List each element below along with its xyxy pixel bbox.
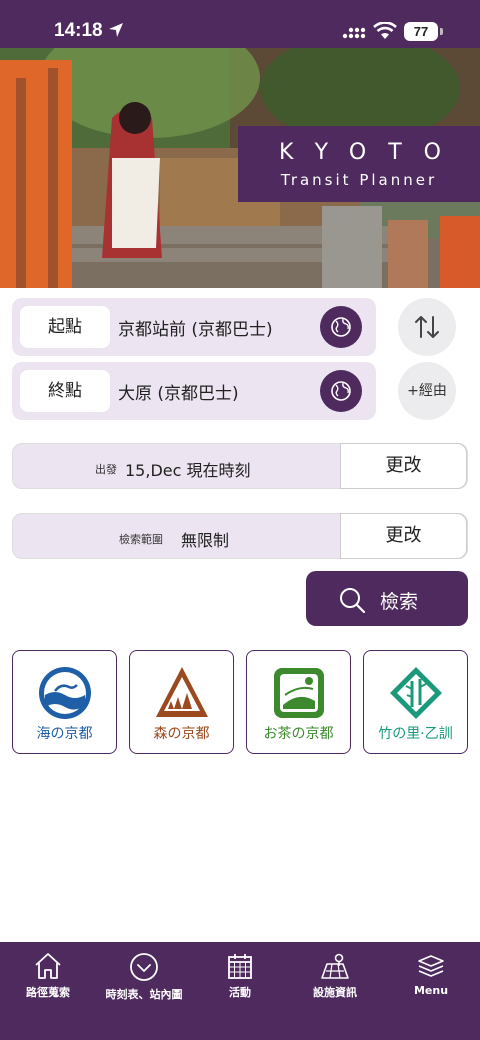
status-bar: 14:18 77 (0, 0, 480, 48)
origin-tag: 起點 (20, 306, 110, 348)
origin-station[interactable]: 京都站前 (京都巴士) (118, 315, 273, 340)
search-button[interactable]: 檢索 (306, 571, 468, 626)
card-label: お茶の京都 (263, 726, 334, 742)
battery-indicator: 77 (404, 22, 438, 41)
nav-events[interactable]: 活動 (204, 942, 276, 1012)
card-umi-no-kyoto[interactable]: 海の京都 (12, 650, 117, 754)
app-title: KYOTO (279, 140, 463, 165)
destination-row[interactable]: 終點 大原 (京都巴士) (12, 362, 376, 420)
destination-tag: 終點 (20, 370, 110, 412)
globe-icon (331, 381, 351, 401)
card-ocha-no-kyoto[interactable]: お茶の京都 (246, 650, 351, 754)
bamboo-logo-icon (390, 667, 442, 719)
search-range-small-label: 檢索範圍 (119, 533, 163, 546)
nav-facilities[interactable]: 設施資訊 (292, 942, 378, 1012)
search-range-value: 無限制 (181, 531, 230, 550)
departure-change-button[interactable]: 更改 (340, 443, 467, 489)
card-take-no-sato[interactable]: 竹の里·乙訓 (363, 650, 468, 754)
forest-logo-icon (156, 667, 208, 717)
departure-small-label: 出發 (95, 463, 117, 476)
tea-logo-icon (274, 668, 324, 718)
origin-map-button[interactable] (320, 306, 362, 348)
location-arrow-icon (108, 22, 124, 42)
destination-map-button[interactable] (320, 370, 362, 412)
nav-label: 時刻表、站內圖 (105, 988, 183, 1001)
cellular-signal-icon (342, 24, 366, 43)
search-range-change-button[interactable]: 更改 (340, 513, 467, 559)
origin-row[interactable]: 起點 京都站前 (京都巴士) (12, 298, 376, 356)
card-mori-no-kyoto[interactable]: 森の京都 (129, 650, 234, 754)
swap-button[interactable] (398, 298, 456, 356)
clock-time: 14:18 (54, 20, 103, 41)
nav-label: 路徑蒐索 (26, 986, 70, 999)
calendar-icon (228, 954, 252, 979)
departure-value: 15,Dec 現在時刻 (125, 461, 251, 480)
nav-menu[interactable]: Menu (398, 942, 464, 1012)
card-label: 竹の里·乙訓 (378, 726, 453, 742)
card-label: 森の京都 (153, 726, 210, 742)
battery-tip (440, 28, 443, 35)
via-button[interactable]: +經由 (398, 362, 456, 420)
wifi-icon (373, 21, 397, 44)
app-subtitle: Transit Planner (280, 171, 438, 189)
home-icon (35, 953, 61, 979)
app-title-block: KYOTO Transit Planner (238, 126, 480, 202)
nav-label: Menu (413, 984, 449, 997)
bottom-nav: 路徑蒐索 時刻表、站內圖 活動 設施資訊 Menu (0, 942, 480, 1040)
hero-banner: KYOTO Transit Planner (0, 48, 480, 288)
swap-icon (415, 316, 439, 338)
search-range-row: 檢索範圍 無限制 更改 (12, 513, 468, 559)
nav-label: 活動 (229, 986, 251, 999)
departure-row: 出發 15,Dec 現在時刻 更改 (12, 443, 468, 489)
globe-icon (331, 317, 351, 337)
layers-icon (418, 955, 444, 977)
card-label: 海の京都 (36, 726, 93, 742)
sea-logo-icon (39, 667, 91, 719)
destination-station[interactable]: 大原 (京都巴士) (118, 379, 239, 404)
search-icon (340, 588, 366, 614)
nav-timetable[interactable]: 時刻表、站內圖 (96, 942, 192, 1012)
nav-label: 設施資訊 (313, 986, 357, 999)
search-button-label: 檢索 (380, 591, 419, 613)
nav-route-search[interactable]: 路徑蒐索 (12, 942, 84, 1012)
clock-icon (130, 953, 158, 981)
map-icon (321, 953, 349, 979)
